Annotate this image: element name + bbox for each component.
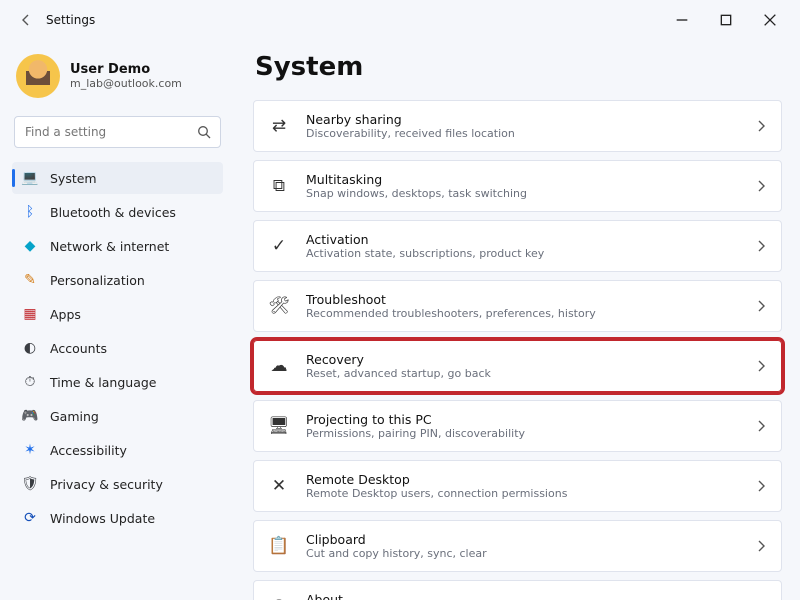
chevron-right-icon — [753, 478, 769, 494]
chevron-right-icon — [753, 238, 769, 254]
user-email: m_lab@outlook.com — [70, 77, 182, 90]
apps-icon: ▦ — [22, 306, 38, 322]
setting-title: Remote Desktop — [306, 472, 567, 487]
windows-update-icon: ⟳ — [22, 510, 38, 526]
nav-item-bluetooth-devices[interactable]: ᛒ Bluetooth & devices — [12, 196, 223, 228]
user-name: User Demo — [70, 62, 182, 77]
setting-activation[interactable]: ✓ ActivationActivation state, subscriptio… — [253, 220, 782, 272]
profile[interactable]: User Demo m_lab@outlook.com — [12, 48, 223, 116]
bluetooth-devices-icon: ᛒ — [22, 204, 38, 220]
accessibility-icon: ✶ — [22, 442, 38, 458]
chevron-right-icon — [753, 118, 769, 134]
privacy-security-icon: 🛡 — [22, 476, 38, 492]
setting-multitasking[interactable]: ⧉ MultitaskingSnap windows, desktops, tas… — [253, 160, 782, 212]
personalization-icon: ✎ — [22, 272, 38, 288]
multitasking-icon: ⧉ — [268, 175, 290, 197]
chevron-right-icon — [753, 418, 769, 434]
setting-nearby-sharing[interactable]: ⇄ Nearby sharingDiscoverability, received… — [253, 100, 782, 152]
time-language-icon: ⏱ — [22, 374, 38, 390]
nav-item-windows-update[interactable]: ⟳ Windows Update — [12, 502, 223, 534]
chevron-right-icon — [753, 358, 769, 374]
system-icon: 💻 — [22, 170, 38, 186]
setting-subtitle: Reset, advanced startup, go back — [306, 367, 491, 380]
nearby-sharing-icon: ⇄ — [268, 115, 290, 137]
setting-about[interactable]: ⓘAboutDevice specifications, rename PC, … — [253, 580, 782, 600]
setting-remote-desktop[interactable]: ✕ Remote DesktopRemote Desktop users, con… — [253, 460, 782, 512]
setting-title: Activation — [306, 232, 544, 247]
nav-item-system[interactable]: 💻 System — [12, 162, 223, 194]
setting-title: Multitasking — [306, 172, 527, 187]
nav-item-label: Privacy & security — [50, 477, 163, 492]
gaming-icon: 🎮 — [22, 408, 38, 424]
minimize-button[interactable] — [660, 5, 704, 35]
setting-subtitle: Permissions, pairing PIN, discoverabilit… — [306, 427, 525, 440]
search-icon — [196, 124, 212, 140]
setting-recovery[interactable]: ☁ RecoveryReset, advanced startup, go bac… — [253, 340, 782, 392]
search — [14, 116, 221, 148]
nav-item-label: Network & internet — [50, 239, 169, 254]
setting-title: About — [306, 592, 624, 600]
nav-item-privacy-security[interactable]: 🛡 Privacy & security — [12, 468, 223, 500]
nav-item-accessibility[interactable]: ✶ Accessibility — [12, 434, 223, 466]
nav-item-gaming[interactable]: 🎮 Gaming — [12, 400, 223, 432]
nav-item-label: Accounts — [50, 341, 107, 356]
nav-item-label: Time & language — [50, 375, 156, 390]
chevron-right-icon — [753, 178, 769, 194]
main: System ⇄ Nearby sharingDiscoverability, r… — [235, 40, 800, 600]
recovery-icon: ☁ — [268, 355, 290, 377]
nav-item-label: Accessibility — [50, 443, 127, 458]
accounts-icon: ◐ — [22, 340, 38, 356]
setting-subtitle: Remote Desktop users, connection permiss… — [306, 487, 567, 500]
back-icon[interactable] — [14, 8, 38, 32]
nav-item-label: Bluetooth & devices — [50, 205, 176, 220]
setting-title: Projecting to this PC — [306, 412, 525, 427]
chevron-right-icon — [753, 298, 769, 314]
nav-item-time-language[interactable]: ⏱ Time & language — [12, 366, 223, 398]
nav-item-accounts[interactable]: ◐ Accounts — [12, 332, 223, 364]
nav-item-label: Gaming — [50, 409, 99, 424]
setting-title: Recovery — [306, 352, 491, 367]
setting-troubleshoot[interactable]: 🛠 TroubleshootRecommended troubleshooters… — [253, 280, 782, 332]
clipboard-icon: 📋 — [268, 535, 290, 557]
projecting-to-this-pc-icon: 🖥 — [268, 415, 290, 437]
nav-item-personalization[interactable]: ✎ Personalization — [12, 264, 223, 296]
nav-item-label: Apps — [50, 307, 81, 322]
network-internet-icon: ◆ — [22, 238, 38, 254]
chevron-right-icon — [753, 538, 769, 554]
nav-item-apps[interactable]: ▦ Apps — [12, 298, 223, 330]
nav-item-network-internet[interactable]: ◆ Network & internet — [12, 230, 223, 262]
nav: 💻 System ᛒ Bluetooth & devices ◆ Network & in… — [12, 162, 223, 534]
nav-item-label: System — [50, 171, 97, 186]
about-icon: ⓘ — [268, 595, 290, 600]
sidebar: User Demo m_lab@outlook.com 💻 System ᛒ Blue… — [0, 40, 235, 600]
window-title: Settings — [46, 13, 95, 27]
setting-subtitle: Activation state, subscriptions, product… — [306, 247, 544, 260]
setting-subtitle: Snap windows, desktops, task switching — [306, 187, 527, 200]
setting-projecting-to-this-pc[interactable]: 🖥 Projecting to this PCPermissions, pairi… — [253, 400, 782, 452]
setting-clipboard[interactable]: 📋 ClipboardCut and copy history, sync, cl… — [253, 520, 782, 572]
nav-item-label: Personalization — [50, 273, 145, 288]
setting-subtitle: Cut and copy history, sync, clear — [306, 547, 487, 560]
nav-item-label: Windows Update — [50, 511, 155, 526]
troubleshoot-icon: 🛠 — [268, 295, 290, 317]
page-title: System — [255, 52, 782, 82]
window-controls — [660, 5, 792, 35]
search-input[interactable] — [14, 116, 221, 148]
titlebar: Settings — [0, 0, 800, 40]
remote-desktop-icon: ✕ — [268, 475, 290, 497]
activation-icon: ✓ — [268, 235, 290, 257]
avatar — [16, 54, 60, 98]
settings-list: ⇄ Nearby sharingDiscoverability, received… — [253, 100, 782, 600]
setting-subtitle: Recommended troubleshooters, preferences… — [306, 307, 596, 320]
setting-subtitle: Discoverability, received files location — [306, 127, 515, 140]
setting-title: Troubleshoot — [306, 292, 596, 307]
maximize-button[interactable] — [704, 5, 748, 35]
setting-title: Clipboard — [306, 532, 487, 547]
setting-title: Nearby sharing — [306, 112, 515, 127]
close-button[interactable] — [748, 5, 792, 35]
